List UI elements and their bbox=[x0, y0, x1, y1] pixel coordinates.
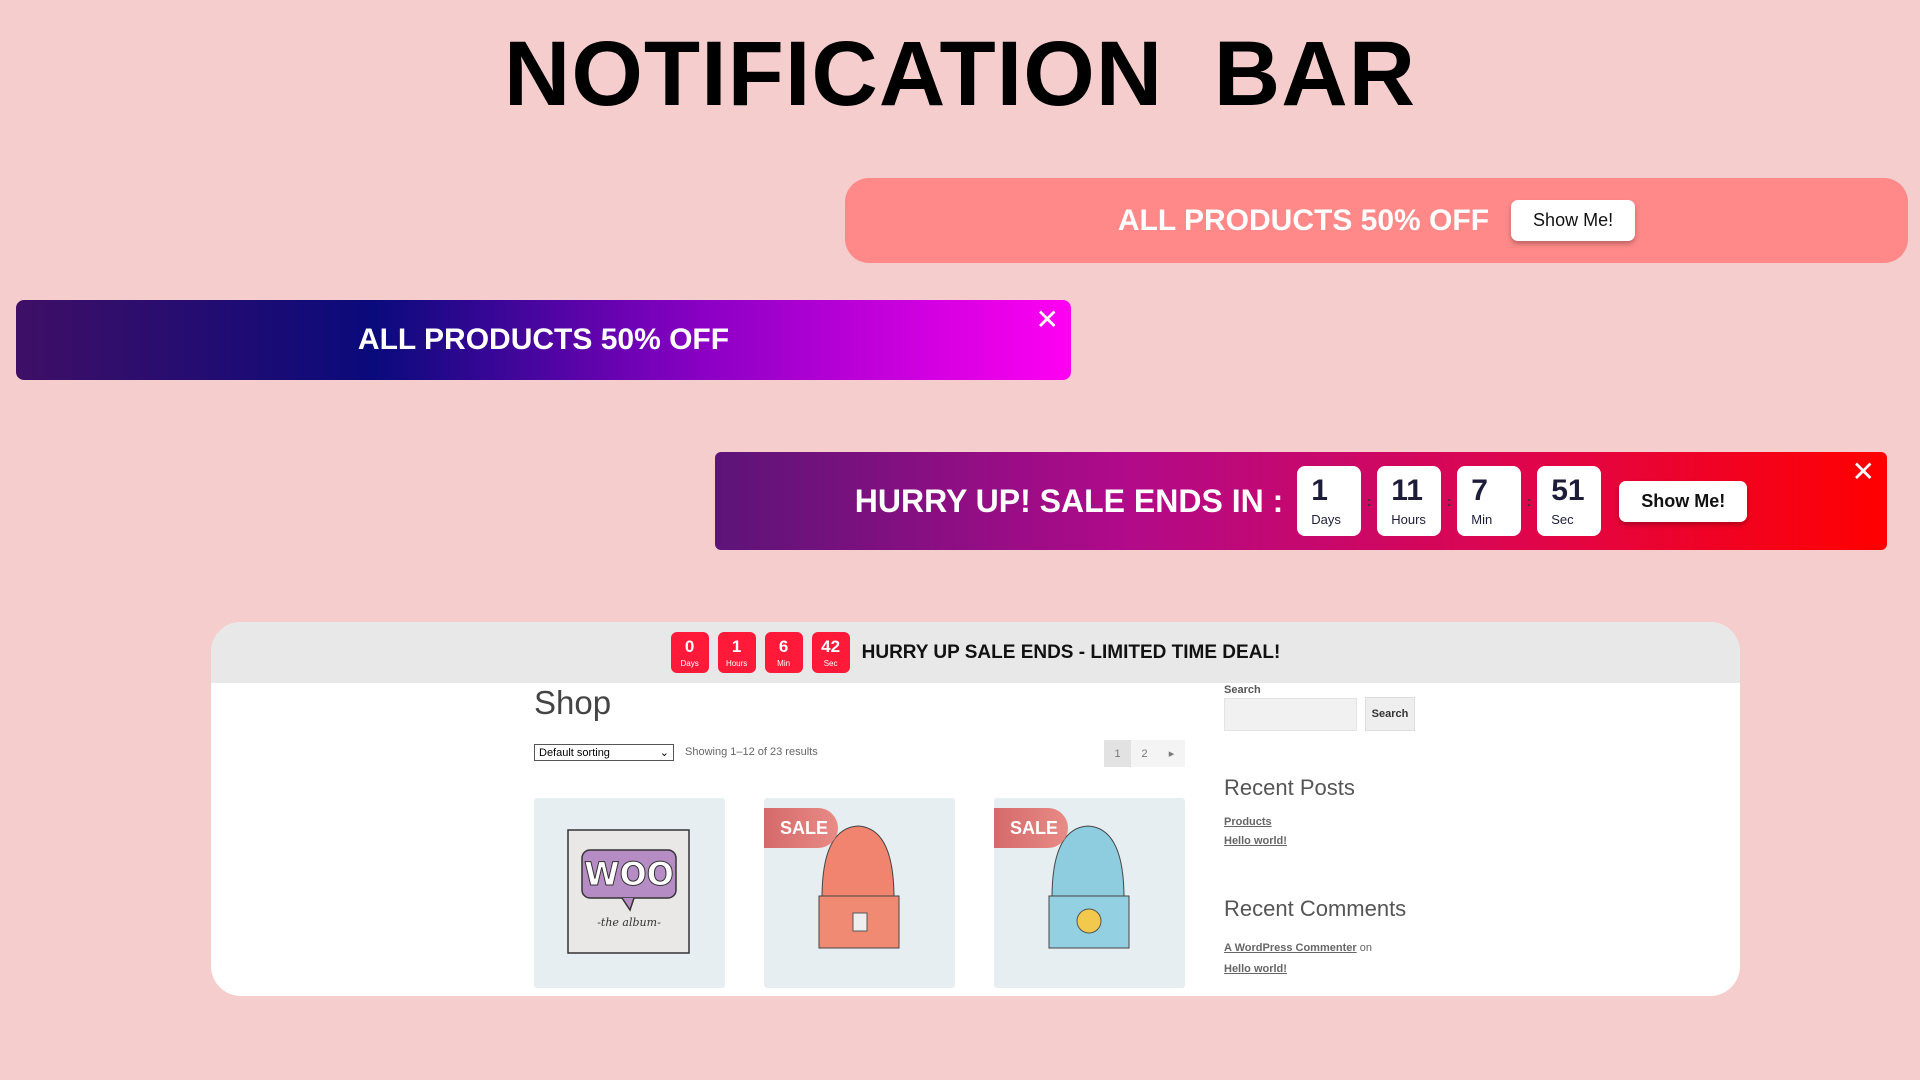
countdown-min: 7 Min bbox=[1457, 466, 1522, 536]
close-icon[interactable]: ✕ bbox=[1852, 458, 1875, 486]
page-1[interactable]: 1 bbox=[1104, 740, 1131, 767]
bar-message: HURRY UP SALE ENDS - LIMITED TIME DEAL! bbox=[861, 641, 1281, 663]
recent-post-link[interactable]: Products bbox=[1224, 816, 1272, 828]
sec-label: Sec bbox=[823, 658, 838, 668]
sale-badge: SALE bbox=[994, 808, 1068, 848]
shop-notification-bar: 0 Days 1 Hours 6 Min 42 Sec HURRY UP SALE EN… bbox=[211, 622, 1740, 683]
min-value: 7 bbox=[1471, 473, 1488, 507]
notification-bar-countdown: HURRY UP! SALE ENDS IN : 1 Days : 11 Hours… bbox=[715, 452, 1887, 550]
min-value: 6 bbox=[778, 636, 789, 656]
separator: : bbox=[1446, 493, 1452, 509]
shop-preview: 0 Days 1 Hours 6 Min 42 Sec HURRY UP SALE EN… bbox=[211, 622, 1740, 996]
recent-comments-title: Recent Comments bbox=[1224, 896, 1407, 921]
results-count: Showing 1–12 of 23 results bbox=[685, 746, 818, 758]
shop-title: Shop bbox=[534, 684, 612, 721]
countdown-hours: 1 Hours bbox=[717, 632, 756, 673]
product-beanie-orange[interactable]: SALE bbox=[764, 798, 955, 988]
chevron-down-icon: ⌄ bbox=[659, 747, 669, 759]
countdown-sec: 42 Sec bbox=[811, 632, 850, 673]
hours-value: 1 bbox=[731, 636, 742, 656]
separator: : bbox=[1526, 493, 1532, 509]
hours-label: Hours bbox=[725, 658, 748, 668]
sec-value: 42 bbox=[821, 636, 841, 656]
hours-label: Hours bbox=[1391, 511, 1426, 527]
recent-posts-title: Recent Posts bbox=[1224, 775, 1355, 800]
min-label: Min bbox=[777, 658, 791, 668]
product-beanie-blue[interactable]: SALE bbox=[994, 798, 1185, 988]
show-me-button[interactable]: Show Me! bbox=[1511, 200, 1636, 241]
comment-on: on bbox=[1359, 942, 1372, 954]
countdown-timer: 1 Days : 11 Hours : 7 Min : 51 Sec bbox=[1297, 466, 1602, 536]
notification-bar-coral: ALL PRODUCTS 50% OFF Show Me! bbox=[845, 178, 1908, 263]
days-label: Days bbox=[1311, 511, 1341, 527]
countdown-days: 1 Days bbox=[1297, 466, 1362, 536]
recent-post-link[interactable]: Hello world! bbox=[1224, 835, 1287, 847]
album-caption: -the album- bbox=[597, 916, 661, 929]
countdown-sec: 51 Sec bbox=[1537, 466, 1602, 536]
bar-message: ALL PRODUCTS 50% OFF bbox=[357, 323, 730, 356]
product-album[interactable]: WOO -the album- bbox=[534, 798, 725, 988]
show-me-button[interactable]: Show Me! bbox=[1619, 480, 1748, 522]
recent-comment: A WordPress Commenter on Hello world! bbox=[1224, 938, 1394, 980]
search-input[interactable] bbox=[1224, 698, 1357, 731]
album-image: WOO -the album- bbox=[567, 829, 690, 954]
countdown-hours: 11 Hours bbox=[1377, 466, 1442, 536]
close-icon[interactable]: ✕ bbox=[1036, 306, 1059, 334]
min-label: Min bbox=[1471, 511, 1493, 527]
notification-bar-gradient: ALL PRODUCTS 50% OFF ✕ bbox=[16, 300, 1071, 380]
page-title: NOTIFICATION BAR bbox=[503, 23, 1417, 125]
countdown-days: 0 Days bbox=[670, 632, 709, 673]
days-value: 0 bbox=[684, 636, 695, 656]
sec-value: 51 bbox=[1551, 473, 1585, 507]
sec-label: Sec bbox=[1551, 511, 1574, 527]
search-label: Search bbox=[1224, 684, 1261, 696]
page-2[interactable]: 2 bbox=[1131, 740, 1158, 767]
separator: : bbox=[1366, 493, 1372, 509]
next-page-icon[interactable]: ▸ bbox=[1158, 740, 1185, 767]
album-logo: WOO bbox=[584, 855, 674, 893]
days-value: 1 bbox=[1311, 473, 1328, 507]
comment-post-link[interactable]: Hello world! bbox=[1224, 963, 1287, 975]
sale-badge: SALE bbox=[764, 808, 838, 848]
sorting-value: Default sorting bbox=[539, 746, 610, 759]
hours-value: 11 bbox=[1391, 473, 1423, 507]
days-label: Days bbox=[680, 658, 699, 668]
pagination: 1 2 ▸ bbox=[1104, 740, 1185, 767]
comment-author-link[interactable]: A WordPress Commenter bbox=[1224, 942, 1357, 954]
countdown-min: 6 Min bbox=[764, 632, 803, 673]
bar-message: HURRY UP! SALE ENDS IN : bbox=[854, 482, 1284, 519]
search-button[interactable]: Search bbox=[1365, 697, 1415, 731]
sorting-select[interactable]: Default sorting ⌄ bbox=[534, 744, 674, 761]
bar-message: ALL PRODUCTS 50% OFF bbox=[1117, 203, 1490, 237]
